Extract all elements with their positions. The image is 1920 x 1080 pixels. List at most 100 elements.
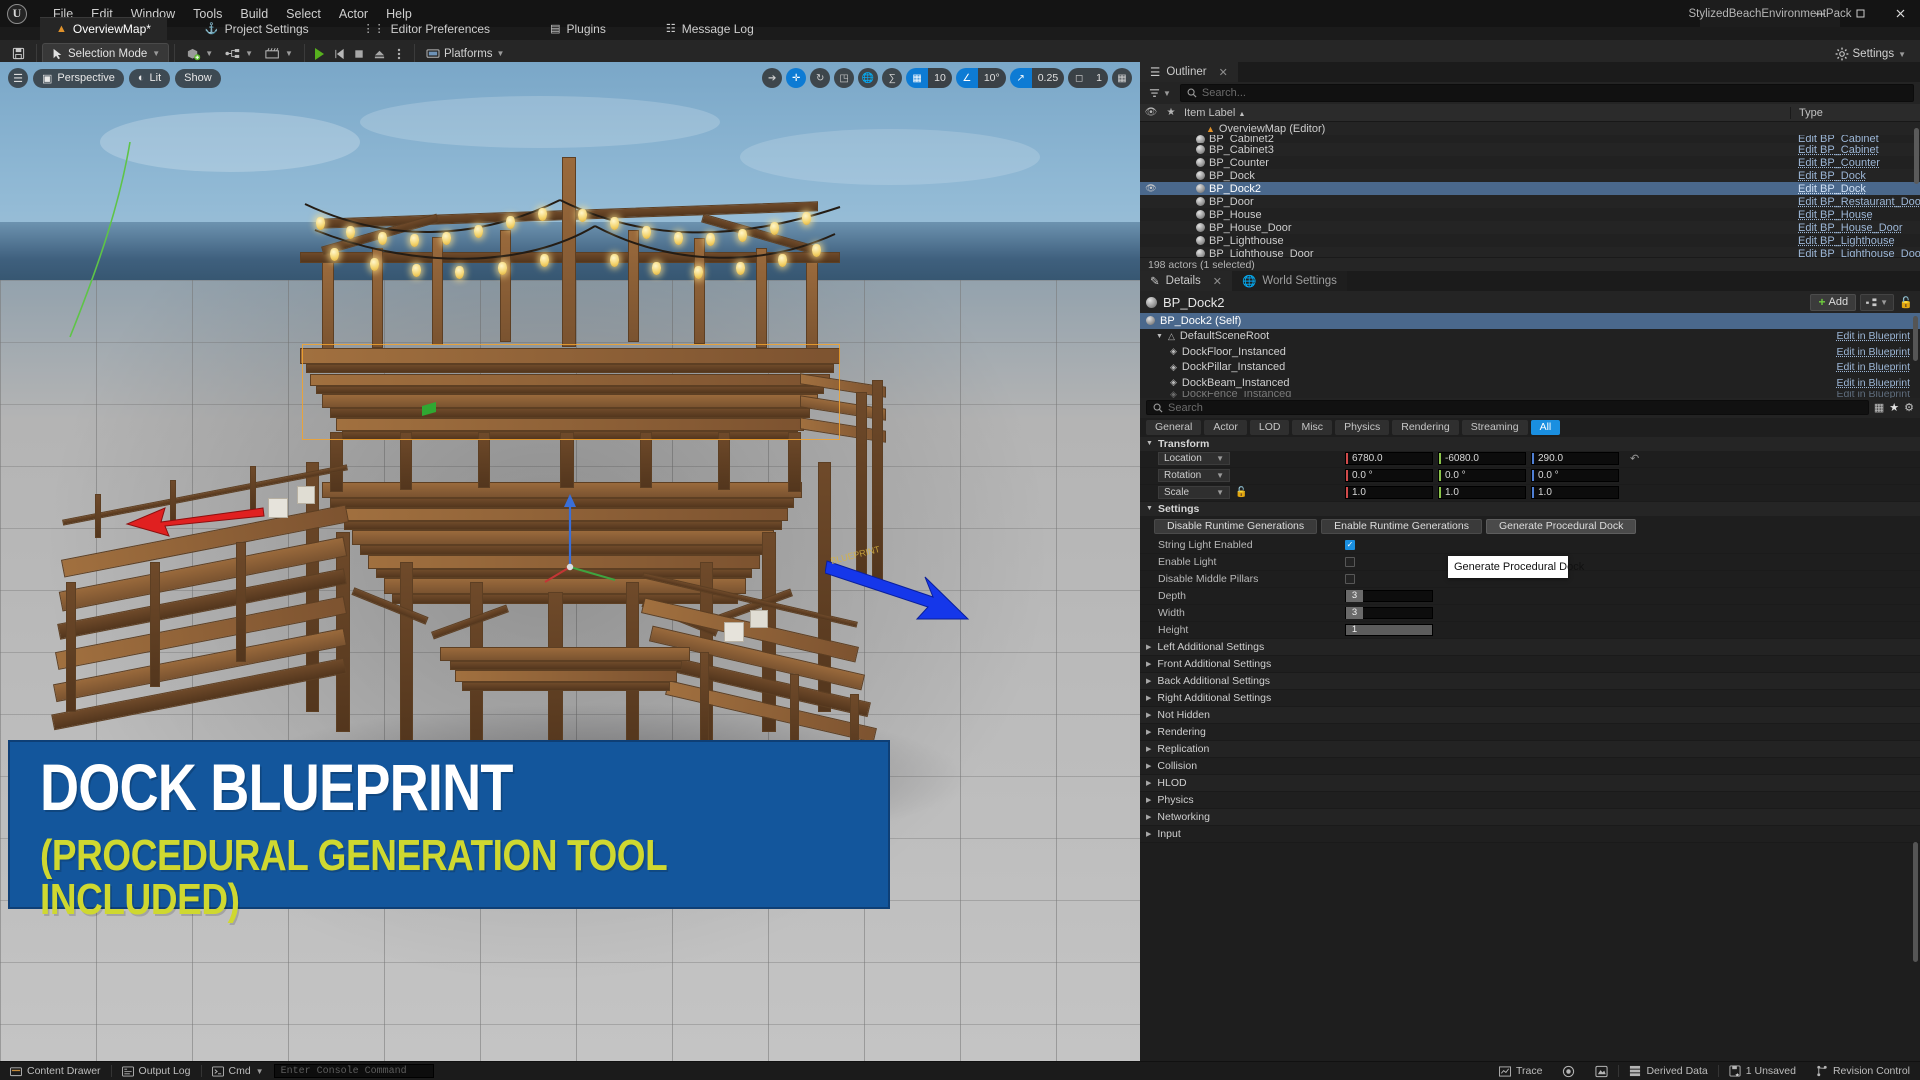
section-rendering[interactable]: ▶Rendering — [1140, 724, 1920, 741]
column-item-label[interactable]: Item Label ▲ — [1180, 107, 1790, 119]
component-tree[interactable]: BP_Dock2 (Self) ▼ △ DefaultSceneRoot Edi… — [1140, 313, 1920, 398]
gear-icon[interactable]: ⚙ — [1904, 401, 1914, 414]
enable-runtime-generations-button[interactable]: Enable Runtime Generations — [1321, 519, 1482, 534]
outliner-row[interactable]: BP_Lighthouse Edit BP_Lighthouse — [1140, 234, 1920, 247]
outliner-row[interactable]: BP_Cabinet3 Edit BP_Cabinet — [1140, 143, 1920, 156]
location-mode-dropdown[interactable]: Location ▼ — [1158, 452, 1230, 465]
filter-lod[interactable]: LOD — [1250, 420, 1290, 435]
outliner-scrollbar[interactable] — [1914, 128, 1919, 184]
tab-message-log[interactable]: ☷ Message Log — [650, 17, 770, 40]
tab-plugins[interactable]: ▤ Plugins — [534, 17, 622, 40]
eject-button[interactable] — [370, 44, 389, 64]
section-input[interactable]: ▶Input — [1140, 826, 1920, 843]
width-slider[interactable]: 3 — [1345, 607, 1433, 619]
filter-streaming[interactable]: Streaming — [1462, 420, 1528, 435]
stop-button[interactable] — [350, 44, 369, 64]
scale-x-input[interactable]: 1.0 — [1345, 486, 1433, 499]
outliner-row[interactable]: BP_Lighthouse_Door Edit BP_Lighthouse_Do… — [1140, 247, 1920, 257]
outliner-row[interactable]: BP_House_Door Edit BP_House_Door — [1140, 221, 1920, 234]
filter-misc[interactable]: Misc — [1292, 420, 1332, 435]
column-type[interactable]: Type — [1790, 107, 1920, 119]
derived-data-button[interactable]: Derived Data — [1619, 1062, 1717, 1080]
generate-procedural-dock-button[interactable]: Generate Procedural Dock — [1486, 519, 1636, 534]
row-type[interactable]: Edit BP_Dock — [1790, 170, 1920, 182]
filter-rendering[interactable]: Rendering — [1392, 420, 1458, 435]
section-left-additional-settings[interactable]: ▶Left Additional Settings — [1140, 639, 1920, 656]
record-button[interactable] — [1552, 1062, 1585, 1080]
tab-outliner[interactable]: ☰ Outliner ✕ — [1140, 62, 1238, 82]
disable-middle-pillars-checkbox[interactable] — [1345, 574, 1355, 584]
location-x-input[interactable]: 6780.0 — [1345, 452, 1433, 465]
row-type[interactable]: Edit BP_Cabinet — [1790, 135, 1920, 143]
scale-snap-control[interactable]: ↗ 0.25 — [1010, 68, 1064, 88]
section-back-additional-settings[interactable]: ▶Back Additional Settings — [1140, 673, 1920, 690]
star-icon[interactable]: ★ — [1889, 401, 1899, 414]
surface-snap-icon[interactable]: ∑ — [882, 68, 902, 88]
string-light-enabled-checkbox[interactable]: ✓ — [1345, 540, 1355, 550]
play-button[interactable] — [310, 44, 329, 64]
viewport-show-button[interactable]: Show — [175, 69, 221, 88]
tab-details[interactable]: ✎ Details ✕ — [1140, 271, 1232, 291]
outliner-root-row[interactable]: ▲ OverviewMap (Editor) — [1140, 122, 1920, 135]
filter-actor[interactable]: Actor — [1204, 420, 1247, 435]
scale-z-input[interactable]: 1.0 — [1531, 486, 1619, 499]
component-row[interactable]: ◈ DockFence_Instanced Edit in Blueprint — [1140, 391, 1920, 398]
section-replication[interactable]: ▶Replication — [1140, 741, 1920, 758]
expander-icon[interactable]: ▼ — [1146, 505, 1153, 512]
edit-in-blueprint-link[interactable]: Edit in Blueprint — [1836, 346, 1920, 358]
tab-world-settings[interactable]: 🌐 World Settings — [1232, 271, 1347, 291]
more-options-button[interactable] — [390, 44, 409, 64]
console-command-input[interactable]: Enter Console Command — [274, 1064, 434, 1078]
expander-icon[interactable]: ▼ — [1156, 333, 1163, 340]
component-row[interactable]: ▼ △ DefaultSceneRoot Edit in Blueprint — [1140, 329, 1920, 345]
snapshot-button[interactable] — [1585, 1062, 1618, 1080]
scale-y-input[interactable]: 1.0 — [1438, 486, 1526, 499]
tab-overviewmap[interactable]: ▲ OverviewMap* — [40, 17, 167, 40]
selection-mode-dropdown[interactable]: Selection Mode ▼ — [42, 43, 169, 64]
section-front-additional-settings[interactable]: ▶Front Additional Settings — [1140, 656, 1920, 673]
platforms-button[interactable]: Platforms ▼ — [420, 43, 511, 64]
filter-all[interactable]: All — [1531, 420, 1561, 435]
height-slider[interactable]: 1 — [1345, 624, 1433, 636]
unlock-icon[interactable]: 🔓 — [1235, 487, 1247, 498]
angle-snap-control[interactable]: ∠ 10° — [956, 68, 1006, 88]
eye-icon[interactable]: 👁 — [1140, 107, 1162, 118]
viewport-camera-mode-button[interactable]: ▣ Perspective — [33, 69, 124, 88]
content-drawer-button[interactable]: Content Drawer — [0, 1062, 111, 1080]
trace-button[interactable]: Trace — [1489, 1062, 1552, 1080]
level-viewport[interactable]: BLUEPRINT ☰ ▣ Perspective ◐ Lit Show ➔ ✛… — [0, 62, 1140, 1061]
component-row[interactable]: ◈ DockBeam_Instanced Edit in Blueprint — [1140, 375, 1920, 391]
transform-gizmo[interactable] — [540, 482, 650, 592]
row-type[interactable]: Edit BP_Cabinet — [1790, 144, 1920, 156]
revision-control-button[interactable]: Revision Control — [1806, 1062, 1920, 1080]
viewport-menu-icon[interactable]: ☰ — [8, 68, 28, 88]
world-coords-icon[interactable]: 🌐 — [858, 68, 878, 88]
component-row[interactable]: ◈ DockFloor_Instanced Edit in Blueprint — [1140, 344, 1920, 360]
maximize-viewport-icon[interactable]: ▦ — [1112, 68, 1132, 88]
outliner-filter-button[interactable]: ▼ — [1146, 88, 1174, 99]
tab-editor-preferences[interactable]: ⋮⋮ Editor Preferences — [347, 17, 506, 40]
row-type[interactable]: Edit BP_House_Door — [1790, 222, 1920, 234]
add-component-button[interactable]: + Add — [1810, 294, 1856, 311]
section-not-hidden[interactable]: ▶Not Hidden — [1140, 707, 1920, 724]
quick-add-button[interactable]: ▼ — [180, 43, 219, 64]
depth-slider[interactable]: 3 — [1345, 590, 1433, 602]
outliner-row[interactable]: BP_Counter Edit BP_Counter — [1140, 156, 1920, 169]
lock-icon[interactable]: 🔓 — [1898, 296, 1914, 309]
grid-snap-control[interactable]: ▦ 10 — [906, 68, 952, 88]
edit-in-blueprint-link[interactable]: Edit in Blueprint — [1836, 330, 1920, 342]
details-search-input[interactable]: Search — [1146, 400, 1869, 415]
row-type[interactable]: Edit BP_Lighthouse — [1790, 235, 1920, 247]
rotation-x-input[interactable]: 0.0 ° — [1345, 469, 1433, 482]
location-y-input[interactable]: -6080.0 — [1438, 452, 1526, 465]
enable-light-checkbox[interactable] — [1345, 557, 1355, 567]
section-networking[interactable]: ▶Networking — [1140, 809, 1920, 826]
section-physics[interactable]: ▶Physics — [1140, 792, 1920, 809]
outliner-list[interactable]: ▲ OverviewMap (Editor) BP_Cabinet2 Edit … — [1140, 122, 1920, 257]
row-type[interactable]: Edit BP_Counter — [1790, 157, 1920, 169]
location-z-input[interactable]: 290.0 — [1531, 452, 1619, 465]
outliner-row[interactable]: BP_Cabinet2 Edit BP_Cabinet — [1140, 135, 1920, 143]
scale-tool-icon[interactable]: ◳ — [834, 68, 854, 88]
rotation-z-input[interactable]: 0.0 ° — [1531, 469, 1619, 482]
outliner-row[interactable]: BP_Dock Edit BP_Dock — [1140, 169, 1920, 182]
